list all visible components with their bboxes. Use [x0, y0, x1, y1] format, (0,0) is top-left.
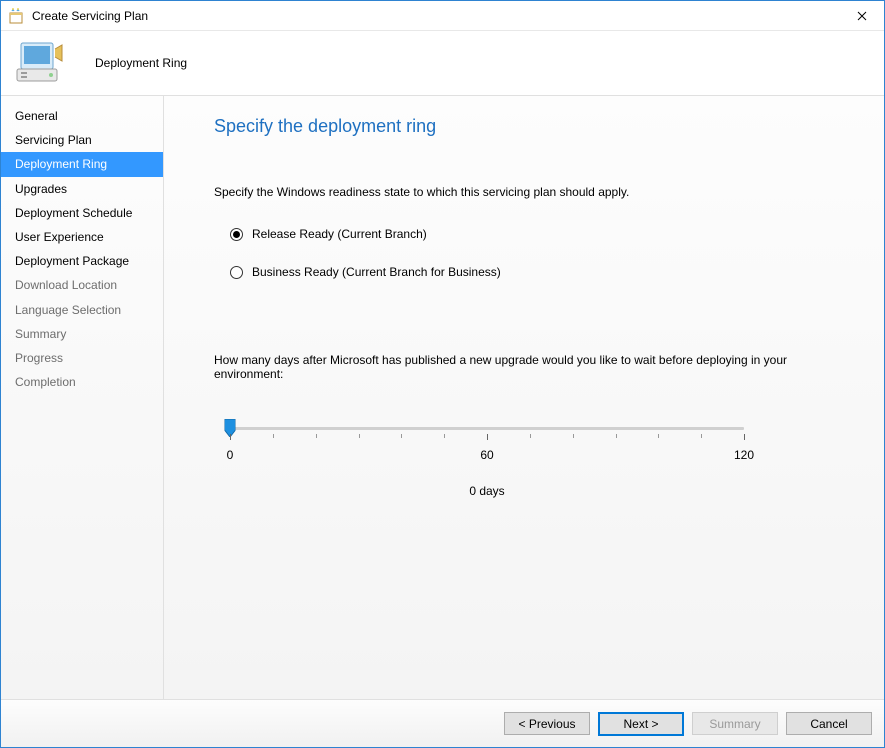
slider-max-label: 120 [734, 448, 754, 462]
button-label: Summary [709, 717, 760, 731]
sidebar-item-label: Servicing Plan [15, 133, 92, 147]
wizard-icon [9, 8, 25, 24]
sidebar-item-label: Deployment Package [15, 254, 129, 268]
sidebar-item-general[interactable]: General [1, 104, 163, 128]
sidebar-item-label: Deployment Ring [15, 157, 107, 171]
radio-business-ready[interactable]: Business Ready (Current Branch for Busin… [230, 265, 843, 279]
sidebar-item-language-selection: Language Selection [1, 298, 163, 322]
slider-value-label: 0 days [230, 484, 744, 498]
next-button[interactable]: Next > [598, 712, 684, 736]
sidebar-item-label: Download Location [15, 278, 117, 292]
cancel-button[interactable]: Cancel [786, 712, 872, 735]
slider-question: How many days after Microsoft has publis… [214, 353, 859, 381]
computer-icon [15, 41, 65, 86]
slider-ticks [230, 434, 744, 442]
close-button[interactable] [839, 1, 884, 30]
previous-button[interactable]: < Previous [504, 712, 590, 735]
sidebar-item-deployment-schedule[interactable]: Deployment Schedule [1, 201, 163, 225]
wizard-window: Create Servicing Plan Deployment Ring Ge… [0, 0, 885, 748]
radio-release-ready[interactable]: Release Ready (Current Branch) [230, 227, 843, 241]
header-subtitle: Deployment Ring [95, 56, 187, 70]
sidebar-item-label: Progress [15, 351, 63, 365]
wizard-sidebar: General Servicing Plan Deployment Ring U… [1, 96, 164, 699]
summary-button: Summary [692, 712, 778, 735]
sidebar-item-upgrades[interactable]: Upgrades [1, 177, 163, 201]
sidebar-item-label: General [15, 109, 58, 123]
radio-icon [230, 266, 243, 279]
titlebar: Create Servicing Plan [1, 1, 884, 31]
sidebar-item-user-experience[interactable]: User Experience [1, 225, 163, 249]
slider-min-label: 0 [227, 448, 234, 462]
delay-slider[interactable]: 0 60 120 [230, 427, 744, 466]
instruction-text: Specify the Windows readiness state to w… [214, 185, 859, 199]
sidebar-item-progress: Progress [1, 346, 163, 370]
radio-icon [230, 228, 243, 241]
sidebar-item-label: Upgrades [15, 182, 67, 196]
button-label: < Previous [518, 717, 575, 731]
page-title: Specify the deployment ring [214, 116, 859, 137]
sidebar-item-label: User Experience [15, 230, 104, 244]
sidebar-item-label: Completion [15, 375, 76, 389]
radio-label: Release Ready (Current Branch) [252, 227, 427, 241]
slider-scale-labels: 0 60 120 [230, 448, 744, 466]
sidebar-item-summary: Summary [1, 322, 163, 346]
wizard-footer: < Previous Next > Summary Cancel [1, 699, 884, 747]
slider-mid-label: 60 [480, 448, 493, 462]
sidebar-item-label: Summary [15, 327, 66, 341]
wizard-body: General Servicing Plan Deployment Ring U… [1, 96, 884, 699]
sidebar-item-label: Language Selection [15, 303, 121, 317]
button-label: Next > [623, 717, 658, 731]
sidebar-item-deployment-package[interactable]: Deployment Package [1, 249, 163, 273]
slider-track [230, 427, 744, 430]
sidebar-item-download-location: Download Location [1, 273, 163, 297]
sidebar-item-servicing-plan[interactable]: Servicing Plan [1, 128, 163, 152]
wizard-header: Deployment Ring [1, 31, 884, 96]
sidebar-item-completion: Completion [1, 370, 163, 394]
wizard-content: Specify the deployment ring Specify the … [164, 96, 884, 699]
sidebar-item-deployment-ring[interactable]: Deployment Ring [1, 152, 163, 176]
sidebar-item-label: Deployment Schedule [15, 206, 132, 220]
window-title: Create Servicing Plan [32, 9, 839, 23]
radio-label: Business Ready (Current Branch for Busin… [252, 265, 501, 279]
button-label: Cancel [810, 717, 847, 731]
